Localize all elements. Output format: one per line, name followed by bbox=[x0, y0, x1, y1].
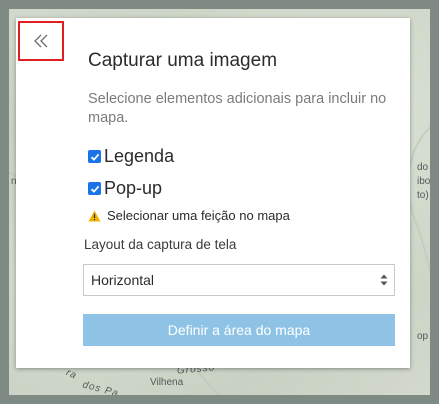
popup-checkbox[interactable] bbox=[88, 182, 101, 195]
define-map-area-button[interactable]: Definir a área do mapa bbox=[83, 314, 395, 346]
checkmark-icon bbox=[90, 185, 99, 193]
checkmark-icon bbox=[90, 153, 99, 161]
map-label: Vilhena bbox=[150, 377, 184, 388]
warning-text: Selecionar uma feição no mapa bbox=[107, 208, 290, 223]
map-label: op bbox=[417, 331, 429, 342]
legend-label: Legenda bbox=[104, 146, 175, 166]
legend-option[interactable]: Legenda bbox=[88, 146, 174, 167]
up-down-arrows-icon bbox=[380, 274, 388, 286]
warning-triangle-icon bbox=[88, 210, 101, 221]
legend-checkbox[interactable] bbox=[88, 150, 101, 163]
collapse-panel-button[interactable] bbox=[18, 21, 64, 61]
panel-title: Capturar uma imagem bbox=[88, 50, 278, 71]
capture-image-panel: Capturar uma imagem Selecione elementos … bbox=[16, 18, 410, 368]
double-chevron-left-icon bbox=[34, 34, 48, 48]
panel-subtitle: Selecione elementos adicionais para incl… bbox=[88, 91, 387, 126]
map-label: to) bbox=[417, 190, 429, 201]
map-label: do bbox=[417, 162, 429, 173]
map-label: ibo bbox=[417, 176, 431, 187]
popup-label: Pop-up bbox=[104, 178, 163, 198]
feature-warning: Selecionar uma feição no mapa bbox=[88, 208, 290, 223]
layout-label: Layout da captura de tela bbox=[84, 237, 237, 252]
layout-select[interactable]: Horizontal bbox=[83, 264, 395, 296]
popup-option[interactable]: Pop-up bbox=[88, 178, 162, 199]
layout-select-value: Horizontal bbox=[91, 272, 155, 288]
